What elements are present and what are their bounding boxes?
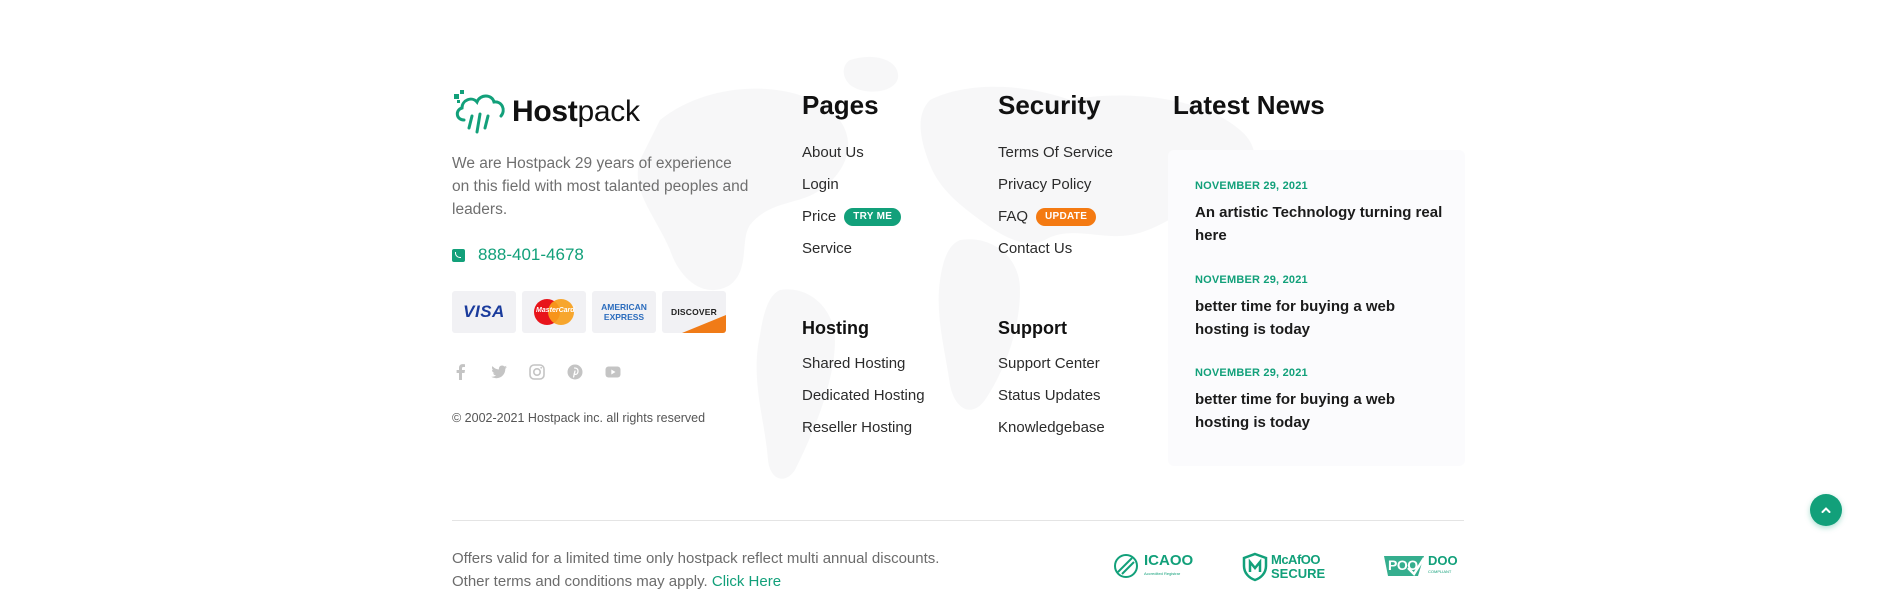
visa-label: VISA — [463, 302, 505, 321]
logo-text: Hostpack — [512, 95, 640, 129]
poo-logo-icon: POO — [1382, 552, 1426, 578]
link-about-us[interactable]: About Us — [802, 137, 901, 169]
link-service[interactable]: Service — [802, 233, 901, 265]
twitter-icon[interactable] — [490, 363, 508, 381]
hosting-column: Hosting Shared Hosting Dedicated Hosting… — [802, 317, 925, 444]
link-support-center[interactable]: Support Center — [998, 348, 1105, 380]
copyright-text: © 2002-2021 Hostpack inc. all rights res… — [452, 411, 706, 425]
amex-card-icon: AMERICAN EXPRESS — [592, 291, 656, 333]
pages-heading: Pages — [802, 90, 879, 120]
latest-news-box: NOVEMBER 29, 2021 An artistic Technology… — [1168, 150, 1465, 466]
link-terms-of-service[interactable]: Terms Of Service — [998, 137, 1113, 169]
try-me-badge: TRY ME — [844, 208, 902, 226]
link-dedicated-hosting[interactable]: Dedicated Hosting — [802, 380, 925, 412]
mastercard-label: MasterCard — [536, 307, 575, 314]
mcafee-text: McAfOO — [1271, 552, 1321, 567]
amex-label: AMERICAN EXPRESS — [601, 302, 647, 322]
mastercard-icon: MasterCard — [522, 291, 586, 333]
news-item[interactable]: NOVEMBER 29, 2021 better time for buying… — [1195, 367, 1445, 434]
offer-text: Offers valid for a limited time only hos… — [452, 547, 1012, 593]
link-privacy-policy[interactable]: Privacy Policy — [998, 169, 1113, 201]
link-login[interactable]: Login — [802, 169, 901, 201]
social-links — [452, 363, 752, 381]
doo-text: DOO — [1428, 552, 1458, 568]
latest-news-heading: Latest News — [1173, 90, 1325, 120]
youtube-icon[interactable] — [604, 363, 622, 381]
news-date: NOVEMBER 29, 2021 — [1195, 367, 1308, 379]
news-date: NOVEMBER 29, 2021 — [1195, 180, 1308, 192]
click-here-link[interactable]: Click Here — [712, 573, 781, 590]
doo-subtext: COMPLIANT — [1428, 568, 1452, 574]
icaoo-text: ICAOO — [1144, 552, 1194, 569]
link-price-label: Price — [802, 208, 837, 225]
link-contact-us[interactable]: Contact Us — [998, 233, 1113, 265]
update-badge: UPDATE — [1036, 208, 1097, 226]
discover-card-icon: DISCOVER — [662, 291, 726, 333]
icaoo-badge: ICAOO Accredited Registrar — [1112, 552, 1193, 580]
poo-text: POO — [1388, 557, 1418, 573]
facebook-icon[interactable] — [452, 363, 470, 381]
pages-column: Pages About Us Login Price TRY ME Service — [802, 90, 902, 265]
link-shared-hosting[interactable]: Shared Hosting — [802, 348, 925, 380]
logo-text-bold: Host — [512, 95, 578, 128]
news-date: NOVEMBER 29, 2021 — [1195, 274, 1308, 286]
security-links: Terms Of Service Privacy Policy FAQ UPDAT… — [998, 137, 1113, 265]
brand-column: Hostpack We are Hostpack 29 years of exp… — [452, 90, 752, 425]
hosting-heading: Hosting — [802, 318, 869, 338]
news-item[interactable]: NOVEMBER 29, 2021 better time for buying… — [1195, 274, 1445, 341]
link-knowledgebase[interactable]: Knowledgebase — [998, 412, 1105, 444]
footer-divider — [452, 520, 1464, 521]
news-title[interactable]: better time for buying a web hosting is … — [1195, 388, 1445, 434]
offer-line-2: Other terms and conditions may apply. Cl… — [452, 570, 1012, 593]
phone-number: 888-401-4678 — [478, 245, 584, 264]
instagram-icon[interactable] — [528, 363, 546, 381]
security-heading: Security — [998, 90, 1101, 120]
link-faq[interactable]: FAQ UPDATE — [998, 201, 1113, 233]
link-status-updates[interactable]: Status Updates — [998, 380, 1105, 412]
hosting-links: Shared Hosting Dedicated Hosting Reselle… — [802, 348, 925, 444]
support-links: Support Center Status Updates Knowledgeb… — [998, 348, 1105, 444]
pages-links: About Us Login Price TRY ME Service — [802, 137, 902, 265]
link-faq-label: FAQ — [998, 208, 1029, 225]
scroll-to-top-button[interactable] — [1810, 494, 1842, 526]
offer-line-1: Offers valid for a limited time only hos… — [452, 550, 940, 567]
logo-text-regular: pack — [577, 95, 640, 128]
news-title[interactable]: An artistic Technology turning real here — [1195, 201, 1445, 247]
phone-icon — [452, 248, 465, 262]
cloud-logo-icon — [454, 90, 505, 134]
visa-card-icon: VISA — [452, 291, 516, 333]
news-title[interactable]: better time for buying a web hosting is … — [1195, 295, 1445, 341]
link-reseller-hosting[interactable]: Reseller Hosting — [802, 412, 925, 444]
shield-icon — [1242, 552, 1268, 582]
doo-compliant-badge: POO DOO COMPLIANT — [1382, 552, 1458, 578]
mcafee-secure-badge: McAfOO SECURE — [1242, 552, 1325, 582]
offer-line-2-text: Other terms and conditions may apply. — [452, 573, 708, 590]
support-heading: Support — [998, 318, 1067, 338]
secure-text: SECURE — [1271, 566, 1326, 581]
pinterest-icon[interactable] — [566, 363, 584, 381]
icaoo-subtext: Accredited Registrar — [1144, 571, 1181, 576]
news-item[interactable]: NOVEMBER 29, 2021 An artistic Technology… — [1195, 180, 1445, 247]
security-column: Security Terms Of Service Privacy Policy… — [998, 90, 1113, 265]
about-text: We are Hostpack 29 years of experience o… — [452, 155, 749, 218]
phone-link[interactable]: 888-401-4678 — [452, 245, 752, 265]
icaoo-logo-icon — [1114, 554, 1138, 578]
link-price[interactable]: Price TRY ME — [802, 201, 902, 233]
chevron-up-icon — [1821, 507, 1831, 513]
payment-cards: VISA MasterCard AMERICAN EXPRESS DISCOVE… — [452, 291, 752, 333]
hostpack-logo[interactable]: Hostpack — [452, 90, 752, 134]
support-column: Support Support Center Status Updates Kn… — [998, 317, 1105, 444]
